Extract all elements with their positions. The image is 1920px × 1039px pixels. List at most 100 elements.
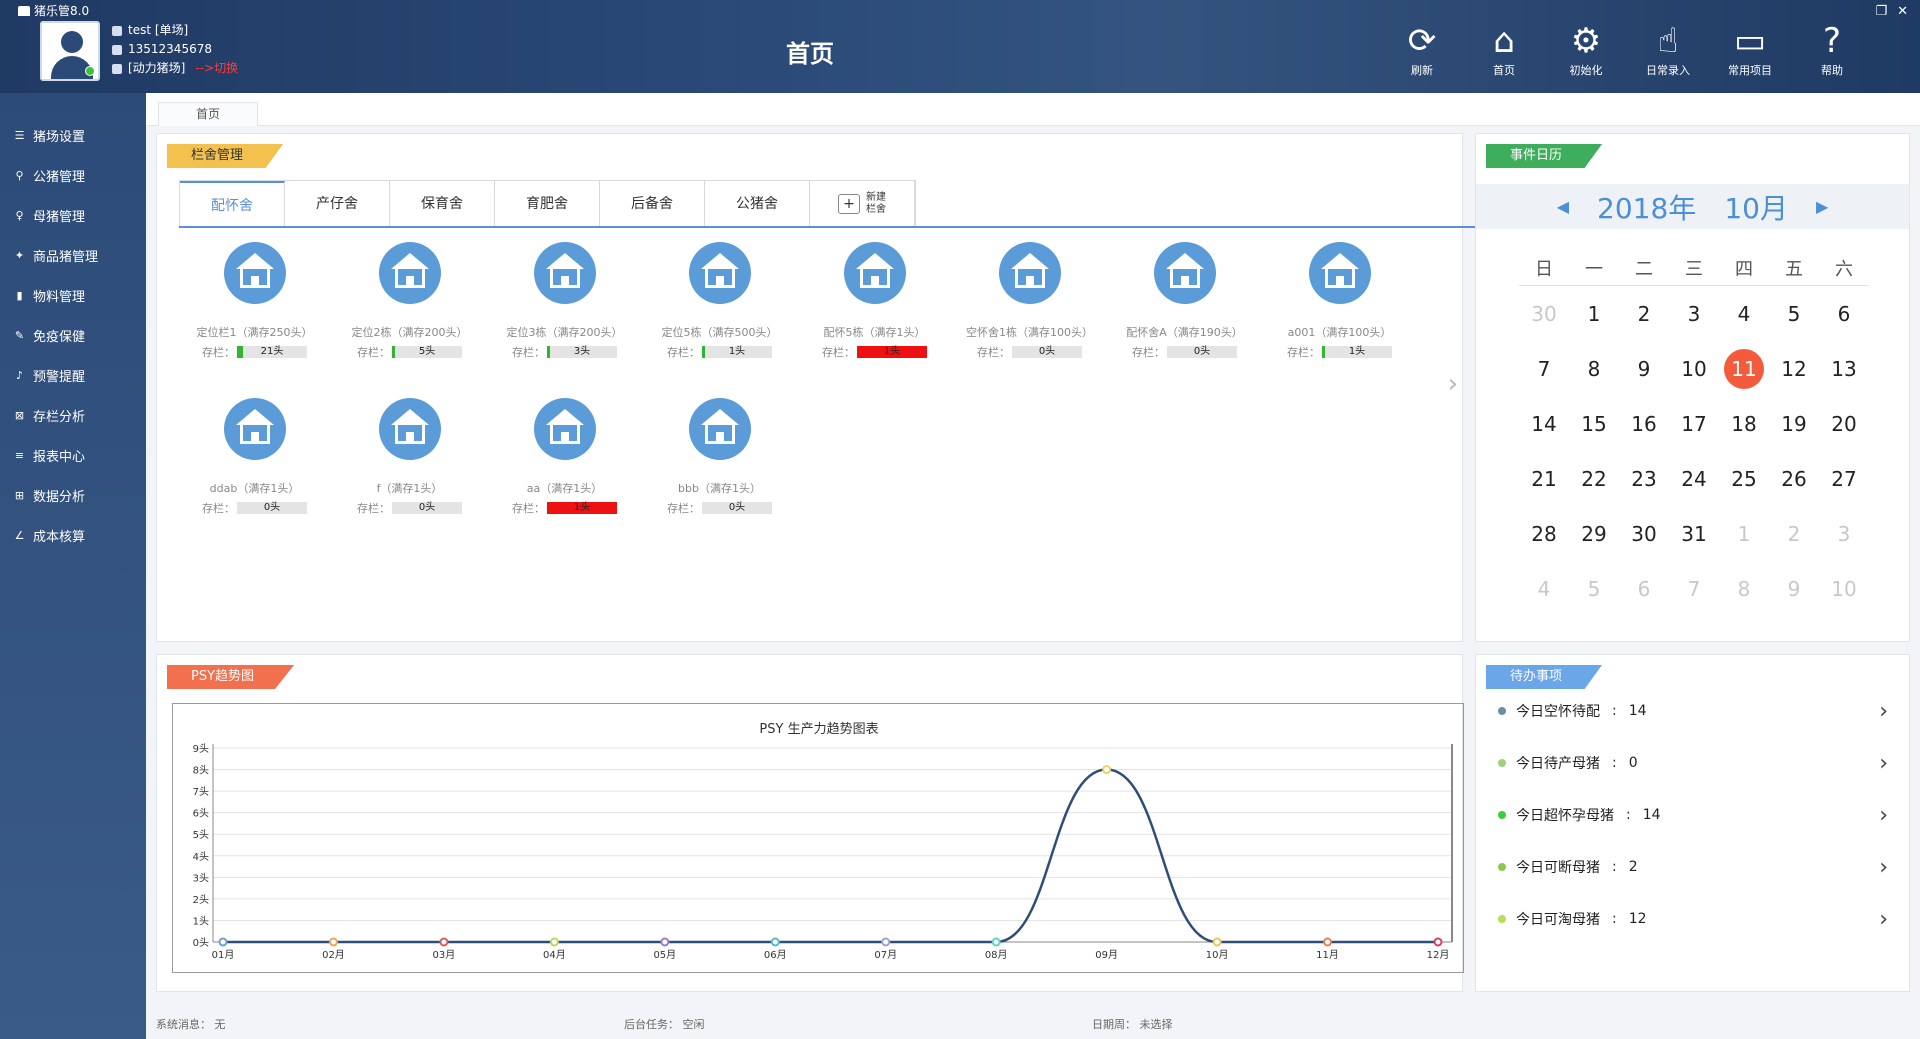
toolbar-help-button[interactable]: ? 帮助 [1804,20,1860,78]
calendar-day[interactable]: 3 [1819,522,1869,546]
pen-card[interactable]: 定位5栋（满存500头） 存栏： 1头 [642,242,797,360]
pen-tab[interactable]: 配怀舍 [180,181,285,227]
calendar-day[interactable]: 5 [1769,302,1819,326]
calendar-day[interactable]: 1 [1719,522,1769,546]
toolbar-home-button[interactable]: ⌂ 首页 [1476,20,1532,78]
tab-home[interactable]: 首页 [158,102,258,126]
calendar-day[interactable]: 12 [1769,357,1819,381]
pen-card[interactable]: 定位3栋（满存200头） 存栏： 3头 [487,242,642,360]
calendar-day[interactable]: 2 [1619,302,1669,326]
chevron-right-icon[interactable]: › [1879,907,1888,932]
toolbar-refresh-button[interactable]: ⟳ 刷新 [1394,20,1450,78]
calendar-day[interactable]: 14 [1519,412,1569,436]
pen-tab[interactable]: 保育舍 [390,181,495,227]
sidebar-item-3[interactable]: ♀ 母猪管理 [0,195,146,235]
calendar-day[interactable]: 17 [1669,412,1719,436]
todo-item[interactable]: 今日可断母猪:2 › [1498,855,1888,880]
todo-item[interactable]: 今日可淘母猪:12 › [1498,907,1888,932]
pen-card[interactable]: 配怀舍A（满存190头） 存栏： 0头 [1107,242,1262,360]
calendar-day[interactable]: 22 [1569,467,1619,491]
avatar[interactable] [40,21,100,81]
calendar-day[interactable]: 7 [1519,357,1569,381]
calendar-day[interactable]: 23 [1619,467,1669,491]
calendar-day[interactable]: 1 [1569,302,1619,326]
new-pen-tab[interactable]: + 新建 栏舍 [810,181,915,227]
sidebar-item-2[interactable]: ⚲ 公猪管理 [0,155,146,195]
calendar-day[interactable]: 6 [1819,302,1869,326]
pen-card[interactable]: f（满存1头） 存栏： 0头 [332,398,487,516]
calendar-day[interactable]: 5 [1569,577,1619,601]
calendar-day[interactable]: 8 [1719,577,1769,601]
calendar-day[interactable]: 2 [1769,522,1819,546]
calendar-day[interactable]: 3 [1669,302,1719,326]
calendar-day[interactable]: 4 [1519,577,1569,601]
next-page-icon[interactable]: › [1448,369,1458,399]
calendar-day[interactable]: 7 [1669,577,1719,601]
chevron-right-icon[interactable]: › [1879,751,1888,776]
sidebar-item-1[interactable]: ☰ 猪场设置 [0,115,146,155]
sidebar-item-6[interactable]: ✎ 免疫保健 [0,315,146,355]
calendar-month[interactable]: 10月 [1724,187,1788,227]
calendar-day[interactable]: 19 [1769,412,1819,436]
calendar-day[interactable]: 25 [1719,467,1769,491]
pen-tab[interactable]: 后备舍 [600,181,705,227]
next-month-icon[interactable]: ▶ [1816,197,1828,216]
calendar-day[interactable]: 21 [1519,467,1569,491]
chevron-right-icon[interactable]: › [1879,803,1888,828]
pen-card[interactable]: 定位栏1（满存250头） 存栏： 21头 [177,242,332,360]
todo-item[interactable]: 今日空怀待配:14 › [1498,699,1888,724]
calendar-day[interactable]: 10 [1819,577,1869,601]
pen-tab[interactable]: 公猪舍 [705,181,810,227]
sidebar-item-8[interactable]: ⊠ 存栏分析 [0,395,146,435]
pen-card[interactable]: aa（满存1头） 存栏： 1头 [487,398,642,516]
toolbar-folder-button[interactable]: ▭ 常用项目 [1722,20,1778,78]
prev-month-icon[interactable]: ◀ [1557,197,1569,216]
calendar-day[interactable]: 26 [1769,467,1819,491]
calendar-day[interactable]: 13 [1819,357,1869,381]
toolbar-gear-button[interactable]: ⚙ 初始化 [1558,20,1614,78]
toolbar-hand-button[interactable]: ☝ 日常录入 [1640,20,1696,78]
todo-item[interactable]: 今日待产母猪:0 › [1498,751,1888,776]
pen-tab[interactable]: 育肥舍 [495,181,600,227]
sidebar-item-10[interactable]: ⊞ 数据分析 [0,475,146,515]
calendar-day[interactable]: 30 [1619,522,1669,546]
calendar-day[interactable]: 6 [1619,577,1669,601]
pen-card[interactable]: 定位2栋（满存200头） 存栏： 5头 [332,242,487,360]
calendar-day[interactable]: 8 [1569,357,1619,381]
pen-tab[interactable]: 产仔舍 [285,181,390,227]
calendar-day[interactable]: 9 [1769,577,1819,601]
restore-icon[interactable]: ❐ [1875,4,1887,19]
calendar-day[interactable]: 18 [1719,412,1769,436]
calendar-day[interactable]: 10 [1669,357,1719,381]
pen-card[interactable]: 空怀舍1栋（满存100头） 存栏： 0头 [952,242,1107,360]
calendar-day[interactable]: 27 [1819,467,1869,491]
calendar-year[interactable]: 2018年 [1597,187,1696,227]
calendar-day[interactable]: 15 [1569,412,1619,436]
pen-card[interactable]: a001（满存100头） 存栏： 1头 [1262,242,1417,360]
sidebar-item-9[interactable]: ≡ 报表中心 [0,435,146,475]
calendar-day[interactable]: 28 [1519,522,1569,546]
calendar-day[interactable]: 30 [1519,302,1569,326]
stock-label: 存栏： [1132,346,1165,359]
calendar-day[interactable]: 4 [1719,302,1769,326]
pen-card[interactable]: ddab（满存1头） 存栏： 0头 [177,398,332,516]
chevron-right-icon[interactable]: › [1879,855,1888,880]
close-icon[interactable]: ✕ [1897,4,1908,19]
calendar-day[interactable]: 16 [1619,412,1669,436]
sidebar-item-11[interactable]: ∠ 成本核算 [0,515,146,555]
switch-farm-link[interactable]: -->切换 [195,59,238,78]
sidebar-item-5[interactable]: ▮ 物料管理 [0,275,146,315]
calendar-day[interactable]: 20 [1819,412,1869,436]
calendar-today[interactable]: 11 [1719,348,1769,389]
calendar-day[interactable]: 29 [1569,522,1619,546]
calendar-day[interactable]: 31 [1669,522,1719,546]
todo-item[interactable]: 今日超怀孕母猪:14 › [1498,803,1888,828]
sidebar-item-7[interactable]: ♪ 预警提醒 [0,355,146,395]
calendar-day[interactable]: 9 [1619,357,1669,381]
sidebar-item-4[interactable]: ✦ 商品猪管理 [0,235,146,275]
pen-card[interactable]: 配怀5栋（满存1头） 存栏： 1头 [797,242,952,360]
chevron-right-icon[interactable]: › [1879,699,1888,724]
hand-icon: ☝ [1657,21,1679,61]
calendar-day[interactable]: 24 [1669,467,1719,491]
pen-card[interactable]: bbb（满存1头） 存栏： 0头 [642,398,797,516]
